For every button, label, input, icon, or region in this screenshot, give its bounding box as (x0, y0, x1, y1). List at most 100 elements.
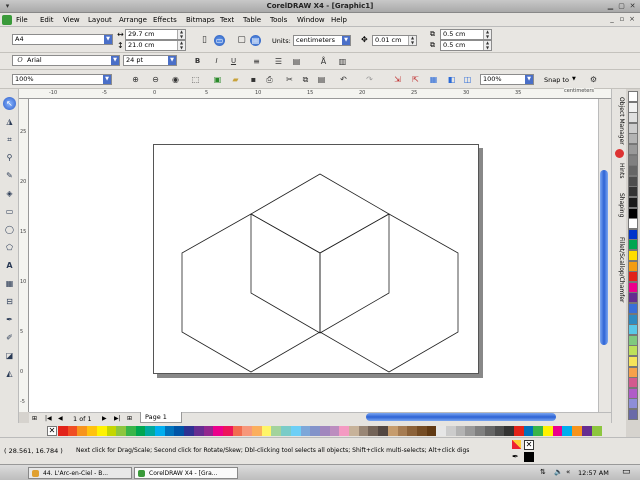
palette-swatch[interactable] (125, 426, 136, 436)
palette-swatch[interactable] (368, 426, 379, 436)
docker-tab-shaping[interactable]: Shaping (614, 193, 625, 217)
menu-table[interactable]: Table (243, 16, 261, 24)
palette-swatch[interactable] (397, 426, 408, 436)
duplicate-y-input[interactable]: 0.5 cm ▲ ▼ (440, 40, 492, 51)
palette-swatch[interactable] (628, 292, 638, 304)
palette-swatch[interactable] (300, 426, 311, 436)
palette-swatch[interactable] (67, 426, 78, 436)
palette-swatch[interactable] (628, 133, 638, 145)
palette-swatch[interactable] (174, 426, 185, 436)
paste-icon[interactable]: ▤ (316, 74, 327, 85)
tray-chevron-icon[interactable]: « (566, 468, 570, 476)
options-icon[interactable]: ⚙ (588, 74, 599, 85)
palette-swatch[interactable] (628, 122, 638, 134)
corel-online-icon[interactable]: ◫ (462, 74, 473, 85)
palette-swatch[interactable] (628, 207, 638, 219)
current-page-icon[interactable]: ▤ (250, 35, 261, 46)
palette-swatch[interactable] (628, 356, 638, 367)
width-spinner-icon[interactable]: ▲ ▼ (177, 30, 185, 39)
menu-window[interactable]: Window (297, 16, 325, 24)
menu-help[interactable]: Help (331, 16, 347, 24)
palette-swatch[interactable] (213, 426, 224, 436)
palette-swatch[interactable] (628, 101, 638, 113)
palette-swatch[interactable] (281, 426, 292, 436)
pick-tool-icon[interactable]: ↖ (3, 97, 16, 110)
palette-swatch[interactable] (155, 426, 165, 436)
palette-swatch[interactable] (591, 426, 602, 436)
table-tool-icon[interactable]: ▦ (3, 277, 16, 290)
palette-swatch[interactable] (135, 426, 146, 436)
nudge-offset-input[interactable]: 0.01 cm ▲ ▼ (372, 35, 417, 46)
polygon-tool-icon[interactable]: ⬠ (3, 241, 16, 254)
crop-tool-icon[interactable]: ⌗ (3, 133, 16, 146)
outline-color-icon[interactable] (524, 452, 534, 462)
menu-text[interactable]: Text (220, 16, 234, 24)
palette-swatch[interactable] (572, 426, 583, 436)
palette-swatch[interactable] (533, 426, 544, 436)
palette-swatch[interactable] (628, 324, 638, 336)
palette-swatch[interactable] (494, 426, 505, 436)
palette-swatch[interactable] (465, 426, 476, 436)
page-tab[interactable]: Page 1 (140, 412, 182, 423)
palette-swatch[interactable] (562, 426, 573, 436)
palette-swatch[interactable] (319, 426, 330, 436)
palette-swatch[interactable] (184, 426, 195, 436)
palette-swatch[interactable] (628, 239, 638, 251)
palette-swatch[interactable] (193, 426, 204, 436)
palette-swatch[interactable] (552, 426, 563, 436)
landscape-icon[interactable]: ▭ (214, 35, 225, 46)
palette-swatch[interactable] (271, 426, 282, 436)
taskbar-item-coreldraw[interactable]: CorelDRAW X4 - [Gra... (134, 467, 238, 479)
save-icon[interactable]: ▪ (248, 74, 259, 85)
fill-none-icon[interactable]: ✕ (524, 440, 534, 450)
text-tool-icon[interactable]: A (3, 259, 16, 272)
zoom-level-right[interactable]: 100% ▼ (480, 74, 534, 85)
vertical-ruler[interactable]: 25 20 15 10 5 0 -5 (19, 99, 29, 412)
palette-swatch[interactable] (242, 426, 253, 436)
palette-swatch[interactable] (628, 313, 638, 325)
bullets-icon[interactable]: ☰ (273, 56, 284, 67)
menu-view[interactable]: View (63, 16, 80, 24)
outline-tool-icon[interactable]: ✐ (3, 331, 16, 344)
interactive-tool-icon[interactable]: ⊟ (3, 295, 16, 308)
horizontal-ruler[interactable]: -10 -5 0 5 10 15 20 25 30 35 40 centimet… (19, 88, 611, 99)
nudge-spinner-icon[interactable]: ▲ ▼ (408, 36, 416, 45)
menu-layout[interactable]: Layout (88, 16, 112, 24)
palette-swatch[interactable] (87, 426, 98, 436)
copy-icon[interactable]: ⧉ (300, 74, 311, 85)
portrait-icon[interactable]: ▯ (199, 35, 210, 46)
network-icon[interactable]: ⇅ (540, 468, 546, 476)
palette-swatch[interactable] (436, 426, 447, 436)
first-page-icon[interactable]: |◀ (45, 415, 52, 422)
dup-y-spinner-icon[interactable]: ▲ ▼ (483, 41, 491, 50)
ellipse-tool-icon[interactable]: ◯ (3, 223, 16, 236)
menu-file[interactable]: File (16, 16, 28, 24)
palette-swatch[interactable] (484, 426, 495, 436)
menu-edit[interactable]: Edit (40, 16, 54, 24)
export-icon[interactable]: ⇱ (410, 74, 421, 85)
palette-swatch[interactable] (378, 426, 389, 436)
snap-to-dropdown[interactable]: Snap to (544, 76, 569, 84)
palette-swatch[interactable] (310, 426, 321, 436)
show-desktop-icon[interactable]: ▭ (622, 467, 631, 477)
palette-swatch[interactable] (116, 426, 127, 436)
vertical-scroll-thumb[interactable] (600, 170, 608, 345)
italic-icon[interactable]: I (211, 56, 222, 67)
palette-swatch[interactable] (232, 426, 243, 436)
welcome-screen-icon[interactable]: ◧ (446, 74, 457, 85)
align-icon[interactable]: ≡ (251, 56, 262, 67)
palette-swatch[interactable] (628, 271, 638, 283)
height-spinner-icon[interactable]: ▲ ▼ (177, 41, 185, 50)
palette-swatch[interactable] (628, 91, 638, 102)
minimize-icon[interactable]: ▁ (606, 2, 615, 11)
chevron-down-icon[interactable]: ▼ (525, 75, 533, 84)
chevron-down-icon[interactable]: ▼ (342, 36, 350, 45)
palette-swatch[interactable] (339, 426, 350, 436)
next-page-icon[interactable]: ▶ (102, 415, 107, 422)
zoom-level-left[interactable]: 100% ▼ (12, 74, 112, 85)
palette-swatch[interactable] (543, 426, 553, 436)
underline-icon[interactable]: U (228, 56, 239, 67)
redo-icon[interactable]: ↷ (364, 74, 375, 85)
palette-swatch[interactable] (446, 426, 456, 436)
no-color-swatch[interactable]: ✕ (47, 426, 57, 436)
